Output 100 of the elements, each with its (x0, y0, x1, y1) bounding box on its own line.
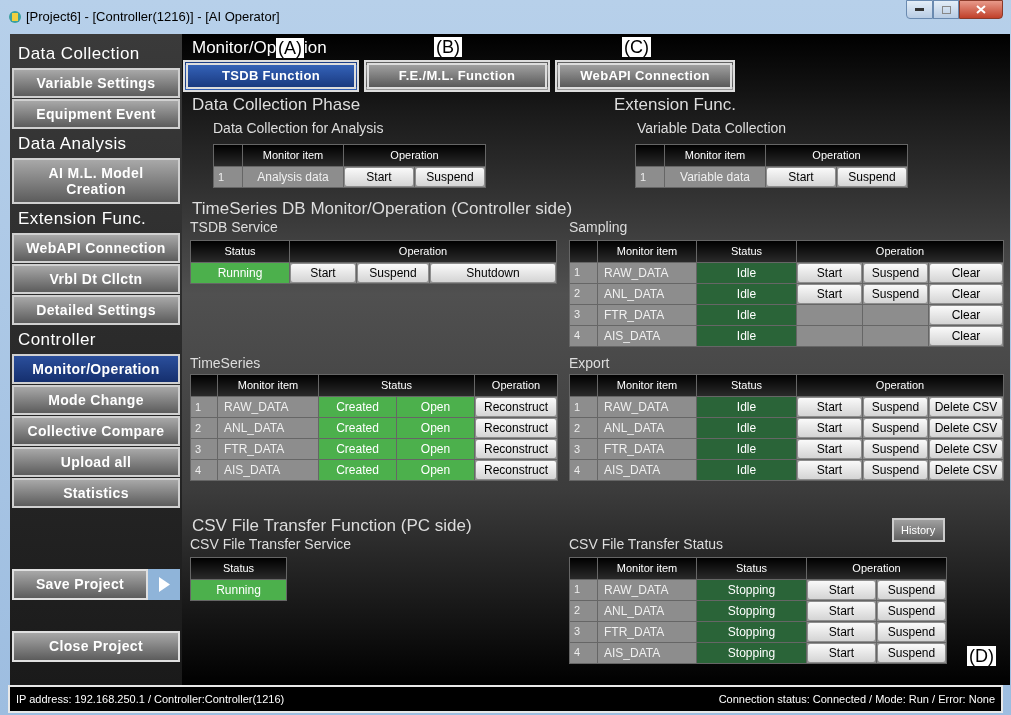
status-cell: Idle (697, 325, 796, 346)
subsection-title: Export (569, 354, 611, 372)
action-button[interactable]: Reconstruct (476, 461, 556, 479)
column-header: Operation (807, 557, 946, 579)
action-button[interactable]: Delete CSV (930, 398, 1002, 416)
table-cell: AIS_DATA (218, 460, 318, 480)
action-button[interactable]: Start (808, 580, 875, 599)
action-button[interactable]: Start (798, 263, 861, 282)
action-button[interactable]: Suspend (878, 601, 945, 620)
status-cell: Idle (697, 283, 796, 304)
action-button[interactable]: Reconstruct (476, 398, 556, 416)
action-button[interactable]: Suspend (878, 580, 945, 599)
sidebar-item[interactable]: AI M.L. Model Creation (12, 158, 180, 204)
status-cell: Open (397, 460, 474, 480)
row-number: 3 (191, 439, 217, 459)
table-cell: AIS_DATA (598, 642, 696, 663)
sidebar-item[interactable]: Upload all (12, 447, 180, 477)
subsection-title: TimeSeries (190, 354, 262, 372)
sidebar-item[interactable]: WebAPI Connection (12, 233, 180, 263)
table-cell: FTR_DATA (218, 439, 318, 459)
callout-label: (B) (434, 37, 462, 57)
close-button[interactable] (959, 0, 1003, 19)
action-button[interactable]: Start (798, 398, 861, 416)
action-button[interactable]: Suspend (838, 167, 906, 186)
column-header: Monitor item (598, 240, 696, 262)
action-button[interactable]: Start (808, 643, 875, 662)
sidebar-item[interactable]: Equipment Event (12, 99, 180, 129)
status-cell: Running (191, 262, 289, 283)
action-button[interactable]: Suspend (864, 461, 927, 479)
status-text: IP address: 192.168.250.1 / Controller:Controller(1216) (16, 691, 285, 707)
section-title: Data Collection Phase (192, 94, 362, 116)
action-button[interactable]: Clear (930, 326, 1002, 345)
sidebar-item[interactable]: Vrbl Dt Cllctn (12, 264, 180, 294)
tab[interactable]: F.E./M.L. Function (364, 60, 550, 92)
action-button[interactable]: Start (798, 419, 861, 437)
callout-label: (C) (622, 37, 651, 57)
action-button[interactable]: Clear (930, 263, 1002, 282)
minimize-button[interactable] (906, 0, 933, 19)
action-button[interactable]: Suspend (864, 263, 927, 282)
row-number: 2 (570, 600, 597, 621)
status-cell: Idle (697, 262, 796, 283)
sidebar-item[interactable]: Mode Change (12, 385, 180, 415)
row-number: 1 (570, 397, 597, 417)
action-button[interactable]: Suspend (864, 398, 927, 416)
action-button[interactable]: Start (808, 622, 875, 641)
row-number: 1 (570, 579, 597, 600)
action-button[interactable]: Start (291, 263, 355, 282)
status-cell: Open (397, 439, 474, 459)
action-button[interactable]: Suspend (864, 440, 927, 458)
sidebar-item[interactable]: Collective Compare (12, 416, 180, 446)
table-cell: Analysis data (243, 166, 343, 187)
save-project-button[interactable]: Save Project (12, 569, 148, 600)
column-header: Status (319, 375, 474, 396)
table-cell: FTR_DATA (598, 439, 696, 459)
column-header: Operation (797, 240, 1003, 262)
action-button[interactable]: Suspend (864, 284, 927, 303)
action-button[interactable]: Reconstruct (476, 419, 556, 437)
history-button[interactable]: History (891, 518, 945, 542)
action-button[interactable]: Reconstruct (476, 440, 556, 458)
table-cell: FTR_DATA (598, 621, 696, 642)
sidebar-item[interactable]: Variable Settings (12, 68, 180, 98)
column-header: Operation (344, 144, 485, 166)
section-title: Extension Func. (614, 94, 737, 116)
row-number: 1 (214, 166, 242, 187)
action-button[interactable]: Suspend (878, 643, 945, 662)
status-cell: Idle (697, 418, 796, 438)
sidebar-item[interactable]: Statistics (12, 478, 180, 508)
action-button[interactable]: Start (798, 461, 861, 479)
action-button[interactable]: Clear (930, 305, 1002, 324)
action-button[interactable]: Start (345, 167, 413, 186)
column-header: Operation (797, 375, 1003, 396)
status-cell: Created (319, 397, 396, 417)
close-project-button[interactable]: Close Project (12, 631, 180, 662)
status-cell: Idle (697, 439, 796, 459)
action-button[interactable]: Start (798, 284, 861, 303)
subsection-title: Variable Data Collection (637, 120, 788, 138)
tab[interactable]: TSDB Function (183, 60, 359, 92)
subsection-title: CSV File Transfer Service (190, 536, 353, 554)
sidebar-item[interactable]: Monitor/Operation (12, 354, 180, 384)
action-button[interactable]: Delete CSV (930, 440, 1002, 458)
action-button[interactable]: Delete CSV (930, 461, 1002, 479)
sidebar-heading: Data Analysis (17, 133, 128, 156)
sidebar-item[interactable]: Detailed Settings (12, 295, 180, 325)
sidebar-heading: Data Collection (17, 43, 141, 66)
tab[interactable]: WebAPI Connection (555, 60, 735, 92)
action-button[interactable]: Clear (930, 284, 1002, 303)
column-header: Monitor item (665, 144, 765, 166)
action-button[interactable]: Shutdown (431, 263, 555, 282)
status-cell: Open (397, 397, 474, 417)
action-button[interactable]: Start (808, 601, 875, 620)
action-button[interactable]: Suspend (416, 167, 484, 186)
action-button[interactable]: Start (798, 440, 861, 458)
action-button[interactable]: Start (767, 167, 835, 186)
action-button[interactable]: Suspend (864, 419, 927, 437)
window-title: [Project6] - [Controller(1216)] - [AI Operator] (26, 8, 280, 27)
sidebar-heading: Extension Func. (17, 208, 148, 231)
action-button[interactable]: Suspend (358, 263, 428, 282)
action-button[interactable]: Suspend (878, 622, 945, 641)
row-number: 1 (636, 166, 664, 187)
action-button[interactable]: Delete CSV (930, 419, 1002, 437)
